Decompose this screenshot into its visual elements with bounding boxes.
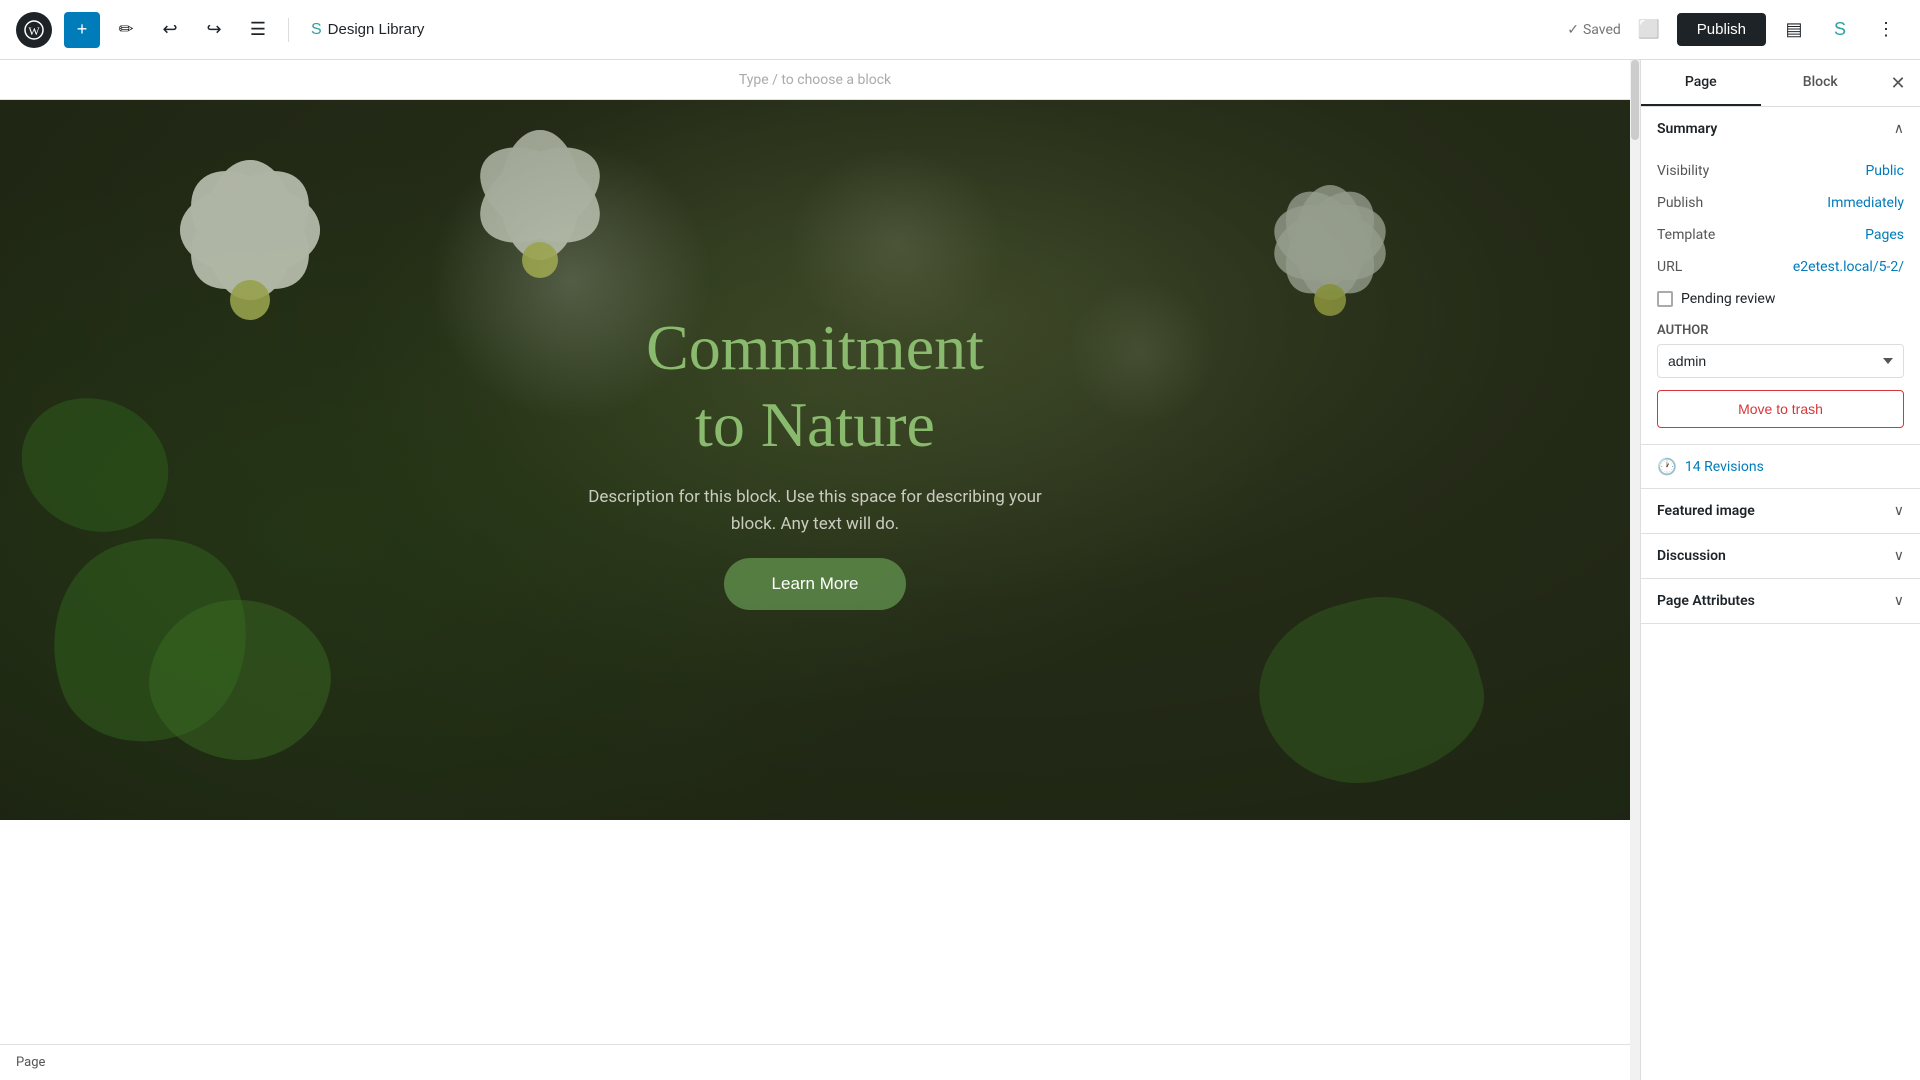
sidebar-toggle-button[interactable]: ▤ xyxy=(1776,12,1812,48)
page-attributes-section: Page Attributes ∨ xyxy=(1641,579,1920,624)
storybook-icon: S xyxy=(1834,19,1846,40)
more-options-button[interactable]: ⋮ xyxy=(1868,12,1904,48)
storybook-button[interactable]: S xyxy=(1822,12,1858,48)
toolbar-right: ✓ Saved ⬜ Publish ▤ S ⋮ xyxy=(1567,12,1904,48)
page-attributes-header[interactable]: Page Attributes ∨ xyxy=(1641,579,1920,623)
design-library-button[interactable]: S Design Library xyxy=(301,15,434,45)
list-icon: ☰ xyxy=(250,19,266,40)
design-library-label: Design Library xyxy=(328,21,425,38)
tools-button[interactable]: ✏ xyxy=(108,12,144,48)
redo-button[interactable]: ↪ xyxy=(196,12,232,48)
pending-review-checkbox[interactable] xyxy=(1657,291,1673,307)
sidebar-tabs: Page Block ✕ xyxy=(1641,60,1920,107)
template-value[interactable]: Pages xyxy=(1865,227,1904,243)
tab-block[interactable]: Block xyxy=(1761,60,1881,106)
url-label: URL xyxy=(1657,259,1682,275)
ellipsis-icon: ⋮ xyxy=(1877,19,1895,40)
hero-content: Commitment to Nature Description for thi… xyxy=(575,310,1055,610)
undo-button[interactable]: ↩ xyxy=(152,12,188,48)
author-label: AUTHOR xyxy=(1657,323,1904,338)
featured-image-chevron-icon: ∨ xyxy=(1894,503,1904,519)
hero-description: Description for this block. Use this spa… xyxy=(575,484,1055,538)
discussion-header[interactable]: Discussion ∨ xyxy=(1641,534,1920,578)
publish-row: Publish Immediately xyxy=(1657,187,1904,219)
close-sidebar-button[interactable]: ✕ xyxy=(1880,65,1916,101)
pending-review-row: Pending review xyxy=(1657,283,1904,315)
editor-scrollbar[interactable] xyxy=(1630,60,1640,1080)
hero-title-line1: Commitment xyxy=(646,312,984,383)
featured-image-header[interactable]: Featured image ∨ xyxy=(1641,489,1920,533)
featured-image-title: Featured image xyxy=(1657,503,1755,519)
footer-label: Page xyxy=(16,1055,45,1070)
discussion-chevron-icon: ∨ xyxy=(1894,548,1904,564)
pending-review-label: Pending review xyxy=(1681,291,1775,307)
hero-block[interactable]: Commitment to Nature Description for thi… xyxy=(0,100,1630,820)
monitor-icon: ⬜ xyxy=(1638,19,1660,40)
saved-label: Saved xyxy=(1583,22,1621,38)
editor-footer: Page xyxy=(0,1044,1630,1080)
publish-label: Publish xyxy=(1657,195,1703,211)
author-select[interactable]: admin xyxy=(1657,344,1904,378)
hero-title-line2: to Nature xyxy=(695,389,935,460)
design-library-icon: S xyxy=(311,21,322,39)
summary-section-header[interactable]: Summary ∧ xyxy=(1641,107,1920,151)
featured-image-section: Featured image ∨ xyxy=(1641,489,1920,534)
editor-area: Type / to choose a block xyxy=(0,60,1630,1080)
redo-icon: ↪ xyxy=(206,19,221,40)
summary-chevron-icon: ∧ xyxy=(1894,121,1904,137)
revisions-row: 🕐 14 Revisions xyxy=(1641,445,1920,489)
check-icon: ✓ xyxy=(1567,22,1579,38)
summary-section-body: Visibility Public Publish Immediately Te… xyxy=(1641,151,1920,444)
visibility-row: Visibility Public xyxy=(1657,155,1904,187)
url-row: URL e2etest.local/5-2/ xyxy=(1657,251,1904,283)
scrollbar-thumb xyxy=(1631,60,1639,140)
publish-value[interactable]: Immediately xyxy=(1827,195,1904,211)
publish-button[interactable]: Publish xyxy=(1677,13,1766,46)
template-row: Template Pages xyxy=(1657,219,1904,251)
undo-icon: ↩ xyxy=(162,19,177,40)
clock-icon: 🕐 xyxy=(1657,457,1677,476)
visibility-label: Visibility xyxy=(1657,163,1709,179)
toolbar: W + ✏ ↩ ↪ ☰ S Design Library ✓ Saved ⬜ P… xyxy=(0,0,1920,60)
sidebar-icon: ▤ xyxy=(1785,19,1802,40)
close-icon: ✕ xyxy=(1890,73,1905,94)
toolbar-separator xyxy=(288,18,289,42)
page-attributes-title: Page Attributes xyxy=(1657,593,1755,609)
view-button[interactable]: ⬜ xyxy=(1631,12,1667,48)
svg-text:W: W xyxy=(28,24,40,38)
discussion-title: Discussion xyxy=(1657,548,1726,564)
hero-title: Commitment to Nature xyxy=(646,310,984,464)
move-to-trash-button[interactable]: Move to trash xyxy=(1657,390,1904,428)
revisions-link[interactable]: 14 Revisions xyxy=(1685,459,1764,475)
saved-indicator: ✓ Saved xyxy=(1567,22,1621,38)
add-block-button[interactable]: + xyxy=(64,12,100,48)
canvas[interactable]: Commitment to Nature Description for thi… xyxy=(0,100,1630,1044)
block-hint-text: Type / to choose a block xyxy=(739,72,891,88)
learn-more-button[interactable]: Learn More xyxy=(724,558,907,610)
visibility-value[interactable]: Public xyxy=(1865,163,1904,179)
wp-logo[interactable]: W xyxy=(16,12,52,48)
discussion-section: Discussion ∨ xyxy=(1641,534,1920,579)
list-view-button[interactable]: ☰ xyxy=(240,12,276,48)
summary-section: Summary ∧ Visibility Public Publish Imme… xyxy=(1641,107,1920,445)
url-value[interactable]: e2etest.local/5-2/ xyxy=(1793,259,1904,275)
pencil-icon: ✏ xyxy=(118,19,133,40)
template-label: Template xyxy=(1657,227,1715,243)
summary-title: Summary xyxy=(1657,121,1717,137)
page-attributes-chevron-icon: ∨ xyxy=(1894,593,1904,609)
plus-icon: + xyxy=(77,19,88,40)
sidebar: Page Block ✕ Summary ∧ Visibility Public… xyxy=(1640,60,1920,1080)
block-hint-bar[interactable]: Type / to choose a block xyxy=(0,60,1630,100)
main-area: Type / to choose a block xyxy=(0,60,1920,1080)
tab-page[interactable]: Page xyxy=(1641,60,1761,106)
